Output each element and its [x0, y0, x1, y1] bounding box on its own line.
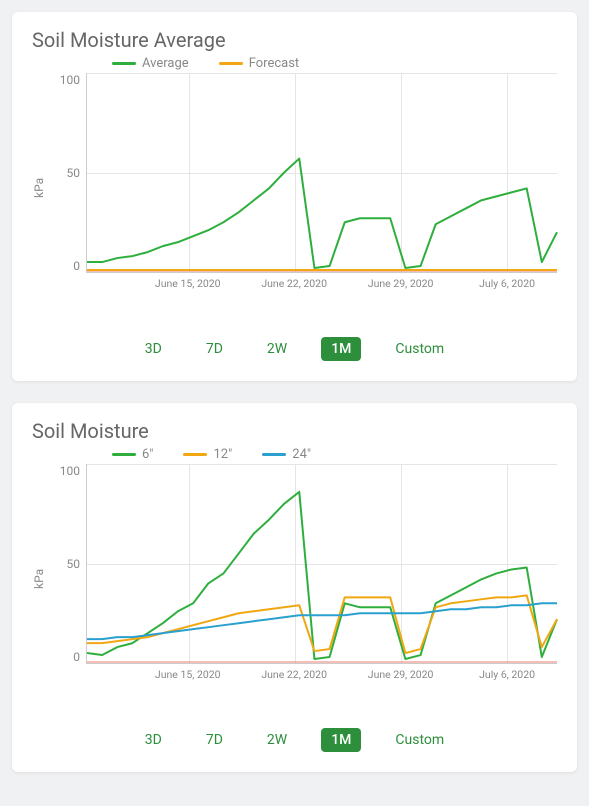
- legend-item[interactable]: 6": [112, 447, 153, 462]
- y-axis-label: kPa: [32, 464, 50, 694]
- xtick: July 6, 2020: [479, 277, 535, 290]
- chart-legend: 6" 12" 24": [112, 447, 557, 462]
- xtick: June 15, 2020: [155, 277, 221, 290]
- legend-item[interactable]: 12": [183, 447, 232, 462]
- chart-card-moisture: Soil Moisture 6" 12" 24" kPa 100 50 0: [12, 403, 577, 772]
- range-tab-7d[interactable]: 7D: [196, 337, 233, 361]
- chart-title: Soil Moisture: [32, 419, 557, 443]
- range-tab-2w[interactable]: 2W: [257, 337, 297, 361]
- ytick: 0: [73, 259, 80, 273]
- legend-label: 24": [292, 447, 311, 462]
- x-axis-ticks: June 15, 2020 June 22, 2020 June 29, 202…: [86, 668, 557, 688]
- ytick: 100: [60, 464, 80, 478]
- range-tab-3d[interactable]: 3D: [135, 728, 172, 752]
- legend-label: Forecast: [249, 56, 299, 71]
- xtick: July 6, 2020: [479, 668, 535, 681]
- chart-frame: kPa 100 50 0 June 15, 2020 June 22, 2020…: [32, 464, 557, 694]
- ytick: 50: [67, 557, 81, 571]
- range-tab-3d[interactable]: 3D: [135, 337, 172, 361]
- range-tab-custom[interactable]: Custom: [385, 728, 454, 752]
- range-tab-custom[interactable]: Custom: [385, 337, 454, 361]
- plot-area[interactable]: [86, 73, 557, 273]
- xtick: June 22, 2020: [261, 277, 327, 290]
- range-tab-7d[interactable]: 7D: [196, 728, 233, 752]
- xtick: June 22, 2020: [261, 668, 327, 681]
- legend-label: 6": [142, 447, 153, 462]
- chart-frame: kPa 100 50 0 June 15, 2020 June 22, 2020…: [32, 73, 557, 303]
- legend-swatch: [262, 453, 286, 456]
- range-tabs: 3D 7D 2W 1M Custom: [32, 337, 557, 361]
- legend-label: 12": [213, 447, 232, 462]
- legend-item[interactable]: Forecast: [219, 56, 299, 71]
- y-axis-label: kPa: [32, 73, 50, 303]
- range-tab-1m[interactable]: 1M: [321, 728, 361, 752]
- legend-swatch: [219, 62, 243, 65]
- y-axis-ticks: 100 50 0: [50, 464, 86, 664]
- legend-item[interactable]: 24": [262, 447, 311, 462]
- xtick: June 15, 2020: [155, 668, 221, 681]
- range-tab-1m[interactable]: 1M: [321, 337, 361, 361]
- range-tabs: 3D 7D 2W 1M Custom: [32, 728, 557, 752]
- chart-title: Soil Moisture Average: [32, 28, 557, 52]
- legend-swatch: [183, 453, 207, 456]
- chart-card-average: Soil Moisture Average Average Forecast k…: [12, 12, 577, 381]
- chart-legend: Average Forecast: [112, 56, 557, 71]
- xtick: June 29, 2020: [368, 277, 434, 290]
- range-tab-2w[interactable]: 2W: [257, 728, 297, 752]
- x-axis-ticks: June 15, 2020 June 22, 2020 June 29, 202…: [86, 277, 557, 297]
- ytick: 50: [67, 166, 81, 180]
- ytick: 0: [73, 650, 80, 664]
- ytick: 100: [60, 73, 80, 87]
- legend-swatch: [112, 453, 136, 456]
- legend-label: Average: [142, 56, 189, 71]
- xtick: June 29, 2020: [368, 668, 434, 681]
- plot-area[interactable]: [86, 464, 557, 664]
- y-axis-ticks: 100 50 0: [50, 73, 86, 273]
- legend-swatch: [112, 62, 136, 65]
- legend-item[interactable]: Average: [112, 56, 189, 71]
